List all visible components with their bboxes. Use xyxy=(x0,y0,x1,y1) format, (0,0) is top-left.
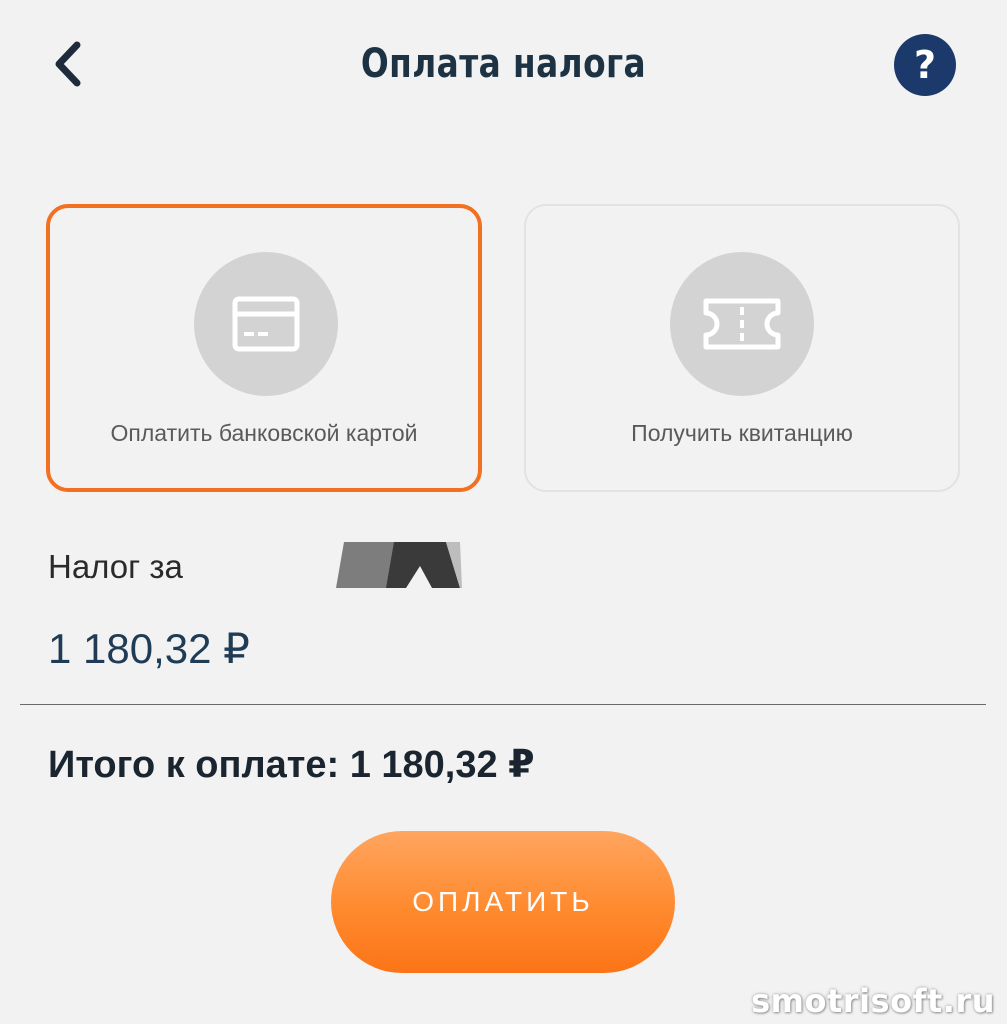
pay-by-card-option[interactable]: Оплатить банковской картой xyxy=(46,204,482,492)
ticket-icon-circle xyxy=(670,252,814,396)
page-title: Оплата налога xyxy=(360,41,647,87)
redacted-period xyxy=(336,542,462,588)
pay-by-card-label: Оплатить банковской картой xyxy=(110,420,418,446)
question-mark-icon: ? xyxy=(913,43,937,87)
total-to-pay: Итого к оплате: 1 180,32 ₽ xyxy=(48,744,535,786)
tax-period-label: Налог за xyxy=(48,548,183,585)
get-receipt-label: Получить квитанцию xyxy=(631,420,853,446)
credit-card-icon xyxy=(232,296,300,352)
app-header: Оплата налога ? xyxy=(0,0,1007,130)
watermark: smotrisoft.ru xyxy=(751,982,995,1020)
get-receipt-option[interactable]: Получить квитанцию xyxy=(524,204,960,492)
back-button[interactable] xyxy=(40,34,96,94)
ticket-icon xyxy=(703,298,781,350)
pay-button[interactable]: ОПЛАТИТЬ xyxy=(331,831,675,973)
tax-amount: 1 180,32 ₽ xyxy=(48,625,250,672)
chevron-left-icon xyxy=(55,41,81,87)
help-button[interactable]: ? xyxy=(894,34,956,96)
divider xyxy=(20,704,986,705)
card-icon-circle xyxy=(194,252,338,396)
